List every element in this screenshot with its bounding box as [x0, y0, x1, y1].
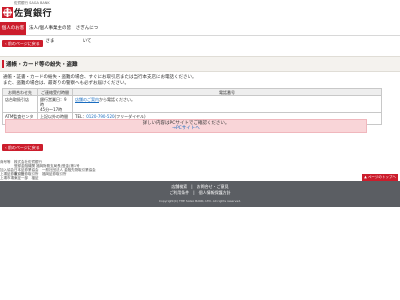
intro-line-2: また、盗難の場合は、最寄りの警察へも必ずお届けください。 — [3, 81, 129, 86]
branch-info-link[interactable]: 店舗のご案内 — [75, 97, 99, 102]
pc-site-link[interactable]: →PCサイトへ — [6, 126, 366, 131]
pc-site-notice: 詳しい内容はPCサイトでご確認ください。 →PCサイトへ — [5, 119, 367, 133]
bank-name-logo[interactable]: 佐賀銀行 — [14, 6, 52, 19]
back-button-label: 前のページに戻る — [7, 145, 40, 150]
column-header: 電話番号 — [72, 88, 382, 96]
footer-links-1[interactable]: 店舗検索 | お問合せ・ご意見 — [0, 184, 400, 189]
table-cell: 店舗のご案内から電話ください。 — [72, 95, 382, 113]
section-accent-bar — [2, 60, 4, 68]
table-row: 店台取扱引店 銀行営業日：9時 45分～17時 店舗のご案内から電話ください。 — [2, 95, 382, 113]
hours-line: 45分～17時 — [40, 106, 63, 112]
tab-business[interactable]: 法人/個人事業主の皆さま — [28, 22, 72, 44]
tab-about[interactable]: さぎんについて — [74, 22, 100, 44]
back-button[interactable]: ‹ 前のページに戻る — [2, 40, 43, 47]
hours-line: 上記以外の時間 — [40, 113, 68, 119]
column-header: お問合わせ先 — [2, 88, 38, 96]
column-header: ご連絡受付時間 — [37, 88, 73, 96]
top-navigation: 個人のお客さま 法人/個人事業主の皆さま さぎんについて — [0, 22, 400, 44]
bank-logo-icon[interactable] — [2, 7, 13, 18]
tel-label: TEL： — [75, 113, 87, 119]
page-top-button[interactable]: ▲ ページのトップへ — [362, 174, 398, 181]
table-cell: 銀行営業日：9時 45分～17時 — [37, 95, 73, 113]
phone-note: から電話ください。 — [99, 96, 135, 102]
tab-personal[interactable]: 個人のお客さま — [0, 22, 26, 44]
intro-line-1: 通帳・証書・カードの紛失・盗難の場合、すぐにお取引店または当行本支店にお電話くだ… — [3, 75, 197, 80]
tel-note: (フリーダイヤル) — [114, 113, 146, 119]
table-cell: 店台取扱引店 — [2, 95, 38, 113]
copyright: Copyright(C) THE SAGA BANK, LTD. All rig… — [158, 199, 242, 203]
table-header-row: お問合わせ先 ご連絡受付時間 電話番号 — [2, 88, 382, 96]
info-row: 上場市場東証一部 福証 — [0, 176, 39, 180]
hours-line: 銀行営業日：9時 — [40, 96, 67, 107]
footer-links-2[interactable]: ご利用条件 | 個人情報保護方針 — [0, 190, 400, 195]
section-header: 通帳・カード等の紛失・盗難 — [0, 56, 400, 72]
back-button-label: 前のページに戻る — [7, 41, 40, 46]
page-top-label: ページのトップへ — [367, 175, 396, 179]
phone-number-link[interactable]: 0120-790-520 — [86, 114, 114, 119]
page-title: 通帳・カード等の紛失・盗難 — [6, 62, 78, 68]
back-button[interactable]: ‹ 前のページに戻る — [2, 144, 43, 151]
site-footer: 店舗検索 | お問合せ・ご意見 ご利用条件 | 個人情報保護方針 Copyrig… — [0, 181, 400, 207]
